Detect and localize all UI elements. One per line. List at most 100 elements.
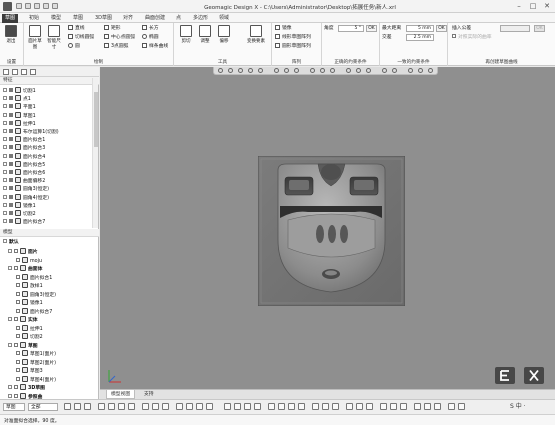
selection-filter-icon[interactable]	[128, 403, 135, 410]
panel-filter-icon[interactable]	[12, 69, 18, 75]
visibility-icon[interactable]	[9, 153, 13, 158]
visibility-icon[interactable]	[9, 194, 13, 199]
selection-filter-icon[interactable]	[74, 403, 81, 410]
brush-icon[interactable]	[330, 68, 335, 73]
show-icon[interactable]	[418, 68, 423, 73]
visibility-checkbox[interactable]	[16, 274, 20, 279]
feature-tree-item[interactable]: 曲面偏移2	[3, 177, 45, 185]
selection-filter-icon[interactable]	[288, 403, 295, 410]
feature-tree-item[interactable]: 面片拟合1	[3, 136, 45, 144]
max-distance-field[interactable]: 5 mm	[406, 25, 434, 32]
expand-icon[interactable]	[3, 194, 7, 199]
3d-viewport[interactable]	[100, 67, 555, 389]
exit-sketch-icon[interactable]	[495, 367, 515, 384]
more-icon[interactable]	[428, 68, 433, 73]
visibility-icon[interactable]	[9, 96, 13, 101]
input-method-icon[interactable]: S 中 ·	[510, 402, 526, 412]
visibility-checkbox[interactable]	[14, 385, 18, 389]
selection-filter-icon[interactable]	[118, 403, 125, 410]
model-tree-item[interactable]: 切割2	[16, 333, 43, 341]
trim-button[interactable]: 剪切	[178, 25, 194, 44]
visibility-icon[interactable]	[9, 219, 13, 224]
expand-icon[interactable]	[3, 112, 7, 117]
visibility-icon[interactable]	[9, 170, 13, 174]
angle-ok-button[interactable]: OK	[366, 25, 377, 32]
feature-tree-item[interactable]: 切割1	[3, 87, 36, 95]
feature-tree-item[interactable]: 镜像1	[3, 201, 36, 210]
panel-expand-icon[interactable]	[30, 69, 36, 75]
offset-button[interactable]: 偏移	[216, 25, 232, 44]
collapse-icon[interactable]	[3, 239, 7, 243]
expand-icon[interactable]	[3, 145, 7, 150]
visibility-icon[interactable]	[9, 145, 13, 150]
feature-tree-item[interactable]: 面片拟合7	[3, 218, 45, 226]
model-tree-item[interactable]: 放样1	[16, 282, 43, 290]
app-logo-icon[interactable]	[3, 2, 12, 11]
tab-polygon[interactable]: 多边形	[190, 14, 211, 23]
expand-icon[interactable]	[8, 249, 12, 253]
selection-filter-icon[interactable]	[196, 403, 203, 410]
visibility-icon[interactable]	[9, 178, 13, 183]
selection-filter-icon[interactable]	[176, 403, 183, 410]
model-tree-group[interactable]: 草图	[8, 341, 38, 350]
expand-icon[interactable]	[8, 342, 12, 347]
selection-filter-icon[interactable]	[244, 403, 251, 410]
mirror-tool[interactable]: 镜像	[275, 25, 292, 33]
selection-filter-icon[interactable]	[322, 403, 329, 410]
model-tree-item[interactable]: 圆角3(恒定)	[16, 290, 56, 299]
circle-tool[interactable]: 圆	[68, 43, 80, 51]
feature-tree-item[interactable]: 点1	[3, 95, 31, 103]
selection-filter-icon[interactable]	[346, 403, 353, 410]
model-tree-item[interactable]: 拉伸1	[16, 324, 43, 333]
hide-icon[interactable]	[408, 68, 413, 73]
selection-filter-icon[interactable]	[356, 403, 363, 410]
spline-tool[interactable]: 样条曲线	[142, 43, 168, 51]
selection-filter-icon[interactable]	[400, 403, 407, 410]
open-file-icon[interactable]	[25, 3, 31, 9]
maximize-button[interactable]: □	[526, 1, 540, 11]
selection-filter-icon[interactable]	[84, 403, 91, 410]
visibility-checkbox[interactable]	[16, 334, 20, 338]
panel-view-icon[interactable]	[3, 69, 9, 75]
model-tree-item[interactable]: 草图2(面片)	[16, 358, 56, 367]
tolerance-field[interactable]: 2.5 mm	[406, 34, 434, 41]
visibility-checkbox[interactable]	[14, 266, 18, 270]
angle-field[interactable]: 5 °	[338, 25, 364, 32]
selection-filter-icon[interactable]	[224, 403, 231, 410]
model-tree-group[interactable]: 3D草图	[8, 384, 45, 392]
selection-filter-icon[interactable]	[448, 403, 455, 410]
feature-tree-item[interactable]: 平面1	[3, 103, 36, 111]
minimize-button[interactable]: –	[512, 1, 526, 11]
visibility-checkbox[interactable]	[16, 257, 20, 262]
part-model[interactable]	[258, 156, 405, 306]
model-tree-item[interactable]: 草图3	[16, 367, 43, 375]
expand-icon[interactable]	[3, 137, 7, 142]
expand-icon[interactable]	[3, 104, 7, 109]
measure-icon[interactable]	[356, 68, 361, 73]
selection-filter-icon[interactable]	[162, 403, 169, 410]
selection-filter-icon[interactable]	[98, 403, 105, 410]
lasso-icon[interactable]	[320, 68, 325, 73]
feature-tree-item[interactable]: 面片拟合5	[3, 160, 45, 169]
scrollbar-thumb[interactable]	[94, 92, 98, 147]
close-icon[interactable]	[524, 367, 544, 384]
shading-icon[interactable]	[228, 68, 233, 73]
tab-3d-sketch[interactable]: 3D草图	[92, 14, 115, 23]
visibility-icon[interactable]	[9, 137, 13, 142]
visibility-checkbox[interactable]	[14, 249, 18, 253]
tangent-arc-tool[interactable]: 切线圆弧	[68, 34, 94, 42]
selection-filter-icon[interactable]	[268, 403, 275, 410]
feature-tree-item[interactable]: 面片拟合4	[3, 152, 45, 161]
visibility-icon[interactable]	[9, 186, 13, 191]
ellipse-tool[interactable]: 椭圆	[142, 34, 159, 42]
zoom-icon[interactable]	[258, 68, 263, 73]
model-tree-group[interactable]: 曲面体	[8, 265, 42, 273]
save-icon[interactable]	[34, 3, 40, 9]
expand-icon[interactable]	[8, 266, 12, 270]
model-tree-item[interactable]: 草图1(面片)	[16, 350, 56, 358]
model-tree-item[interactable]: 面片拟合7	[16, 307, 52, 316]
feature-tree-item[interactable]: 布尔运算1(切割)	[3, 128, 59, 136]
selection-filter-icon[interactable]	[234, 403, 241, 410]
linear-array-tool[interactable]: 线形草图阵列	[275, 34, 311, 42]
panel-settings-icon[interactable]	[21, 69, 27, 75]
